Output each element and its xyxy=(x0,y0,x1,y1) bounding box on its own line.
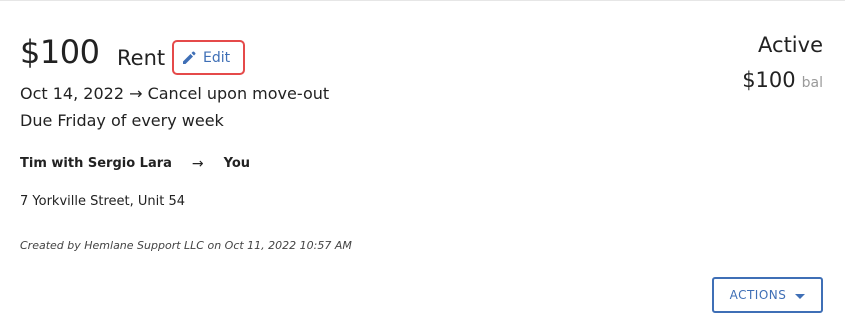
edit-label: Edit xyxy=(203,49,231,66)
edit-button[interactable]: Edit xyxy=(172,40,245,75)
charge-date-range: Oct 14, 2022 → Cancel upon move-out xyxy=(20,84,330,103)
charge-card: $100 Rent Edit Oct 14, 2022 → Cancel upo… xyxy=(0,0,845,331)
pencil-icon xyxy=(181,50,197,66)
created-by-note: Created by Hemlane Support LLC on Oct 11… xyxy=(20,239,352,252)
payee-name: You xyxy=(223,156,251,171)
balance-amount: $100 xyxy=(742,68,796,92)
balance-suffix: bal xyxy=(801,75,823,91)
charge-type: Rent xyxy=(117,46,166,70)
property-address: 7 Yorkville Street, Unit 54 xyxy=(20,194,186,209)
charge-amount: $100 xyxy=(20,33,100,71)
status-label: Active xyxy=(758,33,823,57)
payer-name: Tim with Sergio Lara xyxy=(20,156,172,171)
charge-parties: Tim with Sergio Lara → You xyxy=(20,155,250,173)
caret-down-icon xyxy=(795,293,806,299)
actions-dropdown-button[interactable]: ACTIONS xyxy=(712,277,823,313)
balance: $100 bal xyxy=(742,67,823,96)
right-arrow-icon: → xyxy=(191,156,204,172)
charge-due-schedule: Due Friday of every week xyxy=(20,111,224,130)
actions-label: ACTIONS xyxy=(729,288,787,302)
